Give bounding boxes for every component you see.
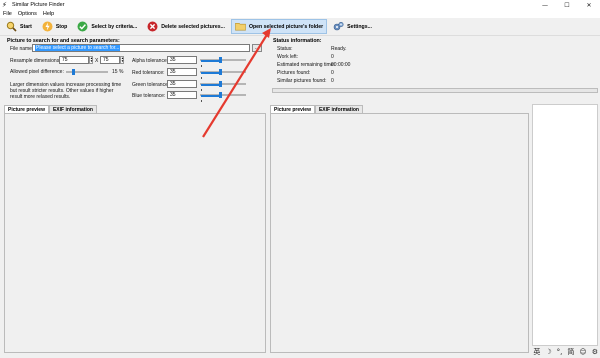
smile-icon[interactable]: ☺: [579, 348, 586, 356]
blue-slider-thumb[interactable]: [219, 92, 222, 98]
tab-right-exif-information[interactable]: EXIF information: [314, 105, 363, 113]
alpha-tolerance-input[interactable]: 35: [167, 56, 197, 64]
similar-found-label: Similar pictures found:: [277, 78, 327, 84]
lightning-icon: [42, 21, 53, 32]
start-button[interactable]: Start: [2, 19, 36, 34]
red-tolerance-label: Red tolerance:: [132, 70, 165, 76]
search-parameters-pane: Picture to search for and search paramet…: [4, 37, 266, 353]
blue-slider-tick: [201, 100, 202, 102]
tab-left-picture-preview[interactable]: Picture preview: [4, 105, 49, 113]
open-folder-button[interactable]: Open selected picture's folder: [230, 19, 328, 34]
red-slider-thumb[interactable]: [219, 69, 222, 75]
open-folder-label: Open selected picture's folder: [248, 23, 324, 30]
menu-options[interactable]: Options: [18, 11, 37, 17]
status-value: Ready.: [331, 46, 347, 52]
start-label: Start: [20, 23, 32, 30]
remaining-time-value: 00:00:00: [331, 62, 351, 68]
remaining-time-label: Estimated remaining time:: [277, 62, 335, 68]
resample-hint: Larger dimension values increase process…: [10, 82, 122, 100]
green-slider-thumb[interactable]: [219, 81, 222, 87]
stop-button[interactable]: Stop: [38, 19, 72, 34]
allowed-diff-label: Allowed pixel difference:: [10, 69, 64, 75]
status-group-title: Status information:: [273, 38, 322, 44]
resample-width-spinner[interactable]: ▲ ▼: [89, 56, 93, 64]
pictures-found-value: 0: [331, 70, 334, 76]
maximize-button[interactable]: ☐: [556, 0, 578, 10]
minimize-button[interactable]: —: [534, 0, 556, 10]
menu-file[interactable]: File: [3, 11, 12, 17]
settings-button[interactable]: Settings...: [329, 19, 376, 34]
system-tray: 英 ☽ °, 简 ☺ ⚙: [528, 347, 598, 357]
resample-height-input[interactable]: 75: [100, 56, 120, 64]
file-name-label: File name:: [10, 46, 34, 52]
delete-selected-label: Delete selected pictures...: [161, 23, 225, 30]
alpha-slider-thumb[interactable]: [219, 57, 222, 63]
pictures-found-label: Pictures found:: [277, 70, 311, 76]
tab-left-exif-information[interactable]: EXIF information: [48, 105, 97, 113]
work-left-label: Work left:: [277, 54, 299, 60]
resample-width-input[interactable]: 75: [59, 56, 89, 64]
delete-selected-button[interactable]: Delete selected pictures...: [143, 19, 229, 34]
ime-language-icon[interactable]: 英: [533, 347, 540, 357]
allowed-diff-value: 15 %: [112, 69, 124, 75]
red-tolerance-input[interactable]: 35: [167, 68, 197, 76]
app-icon: ⚡: [2, 0, 7, 9]
browse-button[interactable]: ...: [252, 44, 262, 52]
stop-label: Stop: [55, 23, 68, 30]
blue-tolerance-input[interactable]: 35: [167, 91, 197, 99]
settings-label: Settings...: [347, 23, 372, 30]
resample-label: Resample dimensions:: [10, 58, 61, 64]
window-controls: — ☐ ✕: [534, 0, 600, 10]
magnifier-icon: [6, 21, 17, 32]
file-name-value: Please select a picture to search for...: [35, 45, 121, 51]
close-button[interactable]: ✕: [578, 0, 600, 10]
progress-bar: [272, 88, 598, 93]
similar-found-value: 0: [331, 78, 334, 84]
simplified-chinese-icon[interactable]: 简: [567, 347, 574, 357]
check-icon: [77, 21, 88, 32]
delete-icon: [147, 21, 158, 32]
right-picture-preview-area: [270, 113, 529, 353]
settings-gears-icon: [333, 21, 344, 32]
title-bar: ⚡ Similar Picture Finder — ☐ ✕: [0, 0, 600, 10]
window-title: Similar Picture Finder: [12, 2, 65, 8]
menu-help[interactable]: Help: [43, 11, 54, 17]
alpha-slider-tick: [201, 65, 202, 67]
left-tab-strip: Picture preview EXIF information: [4, 105, 97, 113]
red-slider-tick: [201, 77, 202, 79]
select-by-criteria-button[interactable]: Select by criteria...: [73, 19, 141, 34]
alpha-tolerance-label: Alpha tolerance:: [132, 58, 169, 64]
resample-x-label: X: [95, 58, 99, 64]
right-tab-strip: Picture preview EXIF information: [270, 105, 363, 113]
green-slider-tick: [201, 89, 202, 91]
green-tolerance-input[interactable]: 35: [167, 80, 197, 88]
blue-tolerance-label: Blue tolerance:: [132, 93, 166, 99]
green-tolerance-label: Green tolerance:: [132, 82, 170, 88]
gear-icon[interactable]: ⚙: [592, 348, 598, 356]
folder-icon: [235, 21, 246, 32]
work-left-value: 0: [331, 54, 334, 60]
allowed-diff-slider-thumb[interactable]: [71, 69, 75, 75]
select-by-criteria-label: Select by criteria...: [91, 23, 138, 30]
menu-bar: File Options Help: [0, 10, 600, 18]
status-label: Status:: [277, 46, 293, 52]
results-side-panel: [532, 104, 598, 346]
resample-height-spinner[interactable]: ▲ ▼: [120, 56, 124, 64]
punctuation-icon[interactable]: °,: [557, 348, 563, 356]
toolbar: Start Stop Select by criteria... Delete …: [0, 18, 600, 36]
tab-right-picture-preview[interactable]: Picture preview: [270, 105, 315, 113]
left-picture-preview-area: [4, 113, 266, 353]
file-name-input[interactable]: Please select a picture to search for...: [32, 44, 250, 52]
moon-icon[interactable]: ☽: [545, 348, 551, 356]
